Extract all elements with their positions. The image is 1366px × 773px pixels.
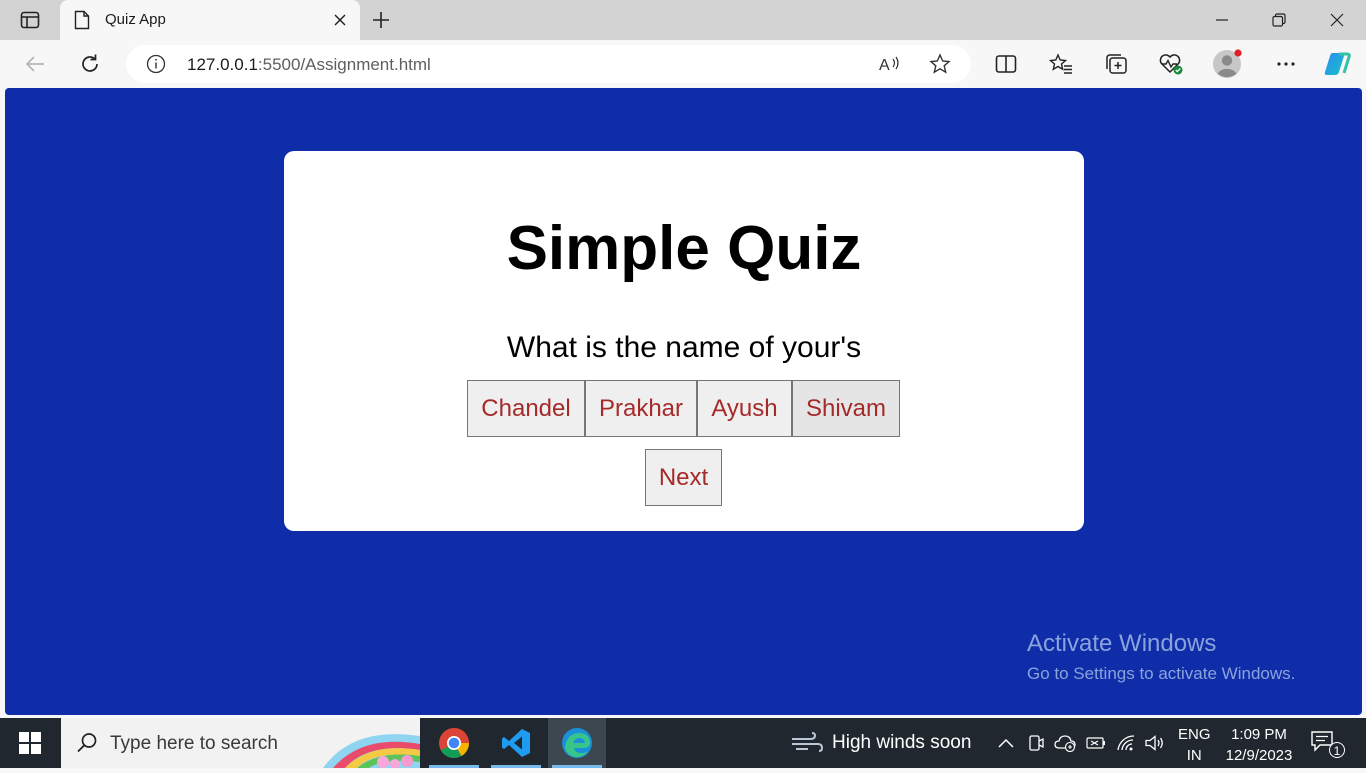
close-window-icon[interactable] xyxy=(1317,6,1357,34)
onedrive-icon[interactable] xyxy=(1054,732,1076,754)
copilot-icon[interactable] xyxy=(1322,49,1352,79)
split-screen-icon[interactable] xyxy=(991,49,1021,79)
address-bar[interactable]: 127.0.0.1:5500/Assignment.html A xyxy=(126,45,971,83)
restore-icon[interactable] xyxy=(1259,6,1299,34)
page-icon xyxy=(74,10,92,30)
vscode-icon[interactable] xyxy=(487,718,545,768)
activation-watermark: Activate Windows Go to Settings to activ… xyxy=(1027,630,1295,684)
minimize-icon[interactable] xyxy=(1202,6,1242,34)
answer-button-shivam[interactable]: Shivam xyxy=(792,380,900,437)
weather-widget[interactable]: High winds soon xyxy=(790,718,971,768)
next-button[interactable]: Next xyxy=(645,449,722,506)
close-tab-icon[interactable] xyxy=(330,10,350,30)
input-language[interactable]: ENG IN xyxy=(1178,724,1211,766)
notification-center-icon[interactable]: 1 xyxy=(1310,730,1345,758)
favorites-icon[interactable] xyxy=(1046,49,1076,79)
volume-icon[interactable] xyxy=(1144,732,1166,754)
answer-button-prakhar[interactable]: Prakhar xyxy=(585,380,697,437)
more-options-icon[interactable] xyxy=(1271,49,1301,79)
answer-button-ayush[interactable]: Ayush xyxy=(697,380,792,437)
wifi-icon[interactable] xyxy=(1115,732,1137,754)
site-info-icon[interactable] xyxy=(146,54,166,74)
collections-icon[interactable] xyxy=(1101,49,1131,79)
url-path: :5500/Assignment.html xyxy=(257,55,431,74)
wind-icon xyxy=(792,732,824,752)
page-viewport: Simple Quiz What is the name of your's C… xyxy=(5,88,1362,715)
question-text: What is the name of your's xyxy=(506,331,862,364)
profile-avatar-icon[interactable] xyxy=(1212,49,1242,79)
browser-tab[interactable]: Quiz App xyxy=(60,0,360,40)
chrome-icon[interactable] xyxy=(425,718,483,768)
url-host: 127.0.0.1 xyxy=(187,55,258,74)
show-hidden-icons-chevron-icon[interactable] xyxy=(995,732,1017,754)
browser-essentials-icon[interactable] xyxy=(1156,49,1186,79)
clock-date: 12/9/2023 xyxy=(1225,747,1293,764)
battery-icon[interactable] xyxy=(1085,732,1107,754)
back-arrow-icon[interactable] xyxy=(20,49,50,79)
taskbar: Type here to search High winds soon ENG xyxy=(0,718,1366,769)
clock[interactable]: 1:09 PM 12/9/2023 xyxy=(1222,724,1296,766)
edge-icon[interactable] xyxy=(548,718,606,768)
clock-time: 1:09 PM xyxy=(1231,726,1287,743)
notification-count-badge: 1 xyxy=(1329,742,1345,758)
search-highlight-illustration xyxy=(323,726,420,769)
new-tab-icon[interactable] xyxy=(368,8,394,32)
favorite-star-icon[interactable] xyxy=(928,52,952,76)
windows-start-icon[interactable] xyxy=(0,718,60,768)
page-title: Simple Quiz xyxy=(506,214,862,283)
weather-text: High winds soon xyxy=(832,732,972,753)
answer-button-chandel[interactable]: Chandel xyxy=(467,380,585,437)
read-aloud-icon[interactable]: A xyxy=(878,52,902,76)
watermark-title: Activate Windows xyxy=(1027,630,1217,657)
taskbar-search-box[interactable]: Type here to search xyxy=(61,718,420,769)
tab-title: Quiz App xyxy=(105,11,166,28)
region-code: IN xyxy=(1186,747,1202,764)
tab-actions-icon[interactable] xyxy=(14,8,46,32)
answer-options: Chandel Prakhar Ayush Shivam xyxy=(467,380,900,437)
browser-tab-strip: Quiz App xyxy=(0,0,1366,40)
url-text: 127.0.0.1:5500/Assignment.html xyxy=(187,55,431,75)
watermark-subtitle: Go to Settings to activate Windows. xyxy=(1027,664,1296,683)
meet-now-icon[interactable] xyxy=(1025,732,1047,754)
svg-text:A: A xyxy=(879,57,890,74)
browser-toolbar: 127.0.0.1:5500/Assignment.html A xyxy=(0,40,1366,88)
refresh-icon[interactable] xyxy=(75,49,105,79)
search-icon xyxy=(75,731,99,755)
language-code: ENG xyxy=(1178,726,1211,743)
search-placeholder: Type here to search xyxy=(110,733,278,754)
quiz-card: Simple Quiz What is the name of your's C… xyxy=(284,151,1084,531)
